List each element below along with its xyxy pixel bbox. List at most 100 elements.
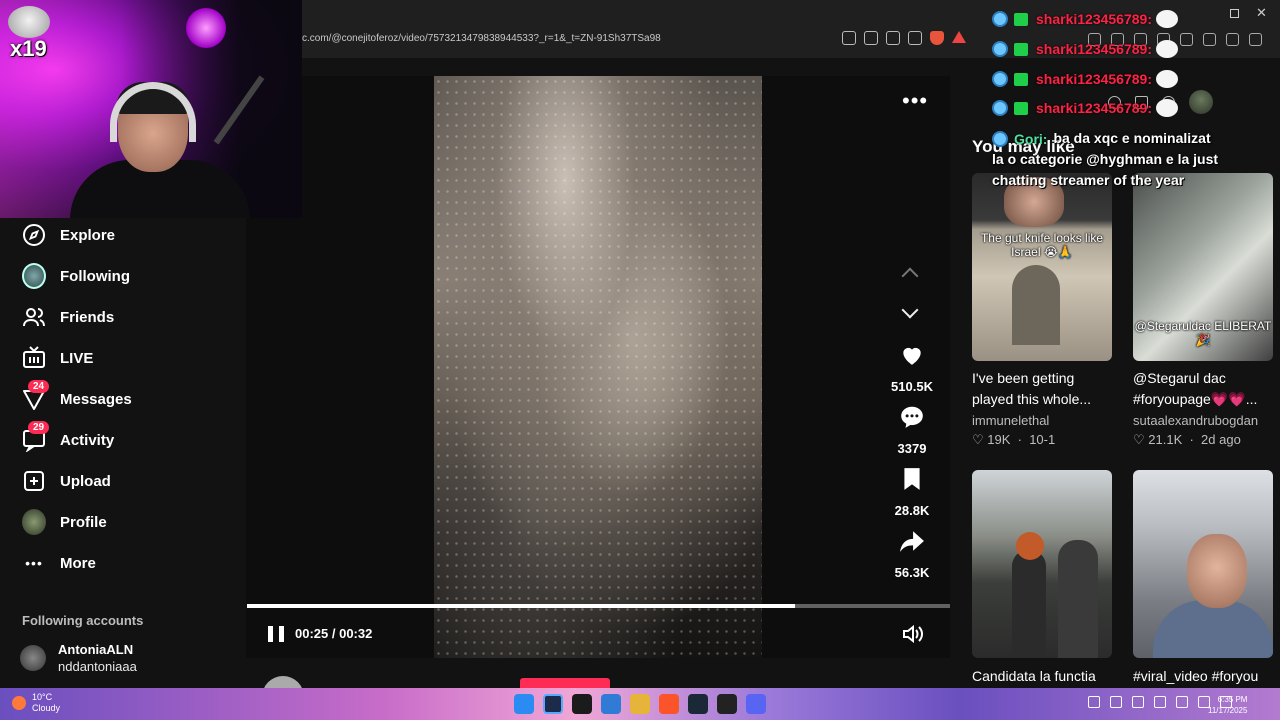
chevron-up-icon[interactable] (1088, 696, 1100, 708)
close-window-icon[interactable]: ✕ (1256, 5, 1267, 21)
recommended-video-thumbnail[interactable]: The gut knife looks like Israel 😭🙏 (972, 173, 1112, 361)
video-title[interactable]: @Stegarul dac #foryoupage💗💗... (1133, 368, 1277, 410)
taskbar-clock[interactable]: 6:35 PM 11/17/2025 (1208, 694, 1247, 716)
badge-icon (992, 11, 1008, 27)
video-author[interactable]: immunelethal (972, 413, 1049, 428)
emote-icon (1156, 70, 1178, 88)
like-button[interactable]: 510.5K (880, 342, 944, 394)
task-view-icon[interactable] (543, 694, 563, 714)
brave-browser-icon[interactable] (659, 694, 679, 714)
more-options-icon[interactable]: ••• (902, 90, 928, 112)
badge-icon (992, 100, 1008, 116)
video-progress-bar[interactable] (247, 604, 950, 608)
sidebar-item-profile[interactable]: Profile (22, 508, 107, 536)
brave-shield-icon[interactable] (930, 31, 944, 45)
pause-button[interactable] (268, 626, 285, 642)
recommended-video-thumbnail[interactable]: @Stegaruldac ELIBERAT 🎉 (1133, 173, 1273, 361)
video-player[interactable] (434, 76, 762, 658)
sidebar-item-label: Messages (60, 390, 132, 408)
app-tray-icon[interactable] (1176, 696, 1188, 708)
video-author[interactable]: sutaalexandrubogdan (1133, 413, 1258, 428)
extension-icon[interactable] (1226, 33, 1239, 46)
windows-start-icon[interactable] (514, 694, 534, 714)
extension-icon[interactable] (1180, 33, 1193, 46)
sidebar-item-activity[interactable]: 29 Activity (22, 421, 115, 454)
discord-icon[interactable] (746, 694, 766, 714)
network-icon[interactable] (1110, 696, 1122, 708)
recommended-video-thumbnail[interactable] (972, 470, 1112, 658)
save-button[interactable]: 28.8K (880, 466, 944, 518)
steam-icon[interactable] (688, 694, 708, 714)
sidebar-item-label: Following (60, 267, 130, 285)
sidebar-item-live[interactable]: LIVE (22, 344, 93, 372)
chat-text: ba da xqc e nominalizat (1053, 130, 1211, 146)
comment-count: 3379 (897, 441, 927, 456)
message-bubble-icon: 29 (22, 421, 50, 452)
restore-window-icon[interactable] (1230, 9, 1239, 18)
weather-widget[interactable]: 10°C Cloudy (12, 692, 60, 714)
share-icon[interactable] (908, 31, 922, 45)
no-tracking-icon[interactable] (842, 31, 856, 45)
sidebar-item-messages[interactable]: 24 Messages (22, 380, 132, 413)
folder-icon[interactable] (630, 694, 650, 714)
weather-icon (12, 696, 26, 710)
recommended-video-thumbnail[interactable] (1133, 470, 1273, 658)
brave-rewards-icon[interactable] (952, 31, 966, 43)
account-name: AntoniaALN (58, 642, 134, 657)
taskbar-apps (514, 694, 766, 714)
share-button[interactable]: 56.3K (880, 528, 944, 580)
following-accounts-title: Following accounts (22, 613, 144, 628)
sidebar-item-following[interactable]: Following (22, 262, 130, 290)
clock-date: 11/17/2025 (1208, 706, 1248, 715)
address-bar[interactable]: c.com/@conejitoferoz/video/7573213479838… (302, 33, 661, 44)
app-tray-icon[interactable] (1154, 696, 1166, 708)
sidebar-item-explore[interactable]: Explore (22, 221, 115, 249)
ellipsis-icon: ••• (25, 555, 43, 571)
chat-message: sharki123456789: (992, 40, 1178, 58)
video-title[interactable]: Candidata la functia (972, 666, 1116, 687)
badge-icon (992, 71, 1008, 87)
video-likes: 21.1K (1148, 432, 1183, 447)
zoom-icon[interactable] (886, 31, 900, 45)
video-progress-fill (247, 604, 796, 608)
emote-icon (1156, 40, 1178, 58)
cast-icon[interactable] (864, 31, 878, 45)
sidebar-item-friends[interactable]: Friends (22, 303, 114, 331)
heart-icon (903, 347, 921, 365)
live-tv-icon (23, 346, 45, 368)
extension-icon[interactable] (1249, 33, 1262, 46)
comment-icon (901, 406, 923, 428)
weather-condition: Cloudy (32, 703, 61, 713)
compass-icon (23, 224, 45, 246)
like-count: 510.5K (891, 379, 933, 394)
badge-avatar (8, 6, 50, 38)
friends-icon (23, 308, 45, 327)
badge-icon (992, 130, 1008, 147)
sub-badge-icon (1014, 72, 1028, 86)
video-title[interactable]: #viral_video #foryou (1133, 666, 1277, 687)
profile-avatar-icon (22, 509, 46, 535)
sidebar-item-label: Upload (60, 472, 111, 490)
sidebar-item-more[interactable]: ••• More (22, 549, 96, 577)
sidebar: Explore Following Friends LIVE 24 Messag… (0, 218, 246, 688)
video-title[interactable]: I've been getting played this whole... (972, 368, 1116, 410)
app-icon[interactable] (601, 694, 621, 714)
chat-username: sharki123456789: (1036, 100, 1152, 116)
comment-button[interactable]: 3379 (880, 404, 944, 456)
sub-badge-icon (1014, 101, 1028, 115)
sidebar-item-label: Activity (60, 431, 115, 449)
following-account-item[interactable]: AntoniaALN nddantoniaaa (20, 641, 137, 675)
volume-icon[interactable] (902, 625, 924, 643)
app-icon[interactable] (717, 694, 737, 714)
user-avatar[interactable] (1189, 90, 1213, 114)
chat-username: Gori: (1014, 130, 1048, 147)
sidebar-item-label: LIVE (60, 349, 94, 367)
app-tray-icon[interactable] (1132, 696, 1144, 708)
save-count: 28.8K (894, 503, 930, 518)
app-icon[interactable] (572, 694, 592, 714)
sidebar-item-upload[interactable]: Upload (22, 467, 111, 495)
extension-icon[interactable] (1203, 33, 1216, 46)
video-date: 10-1 (1029, 432, 1056, 447)
chat-username: sharki123456789: (1036, 11, 1152, 27)
chat-text: chatting streamer of the year (992, 172, 1185, 188)
